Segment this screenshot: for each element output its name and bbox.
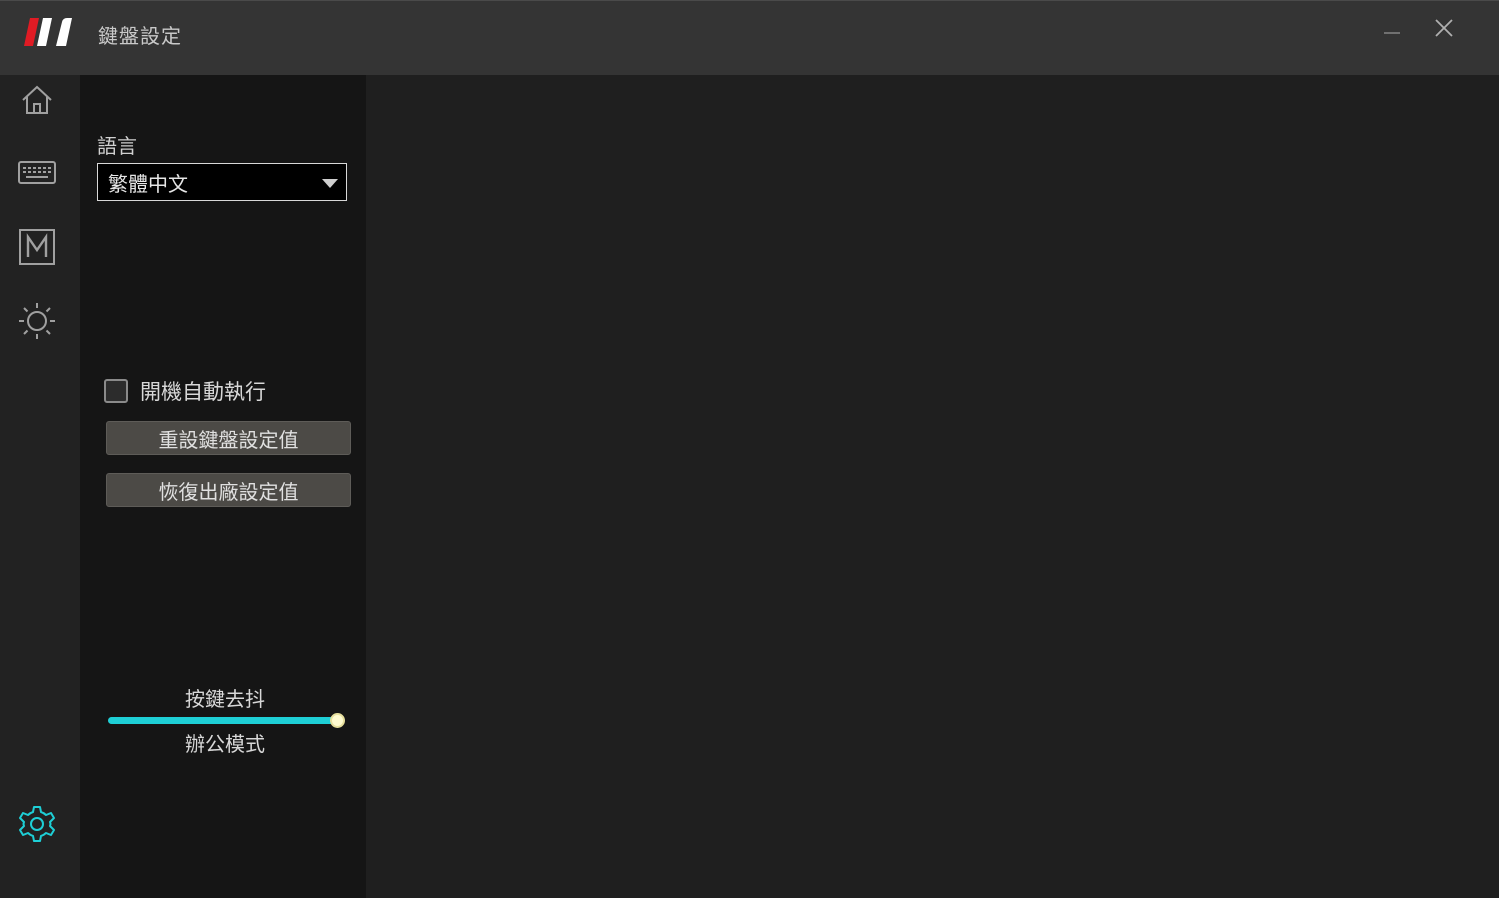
factory-reset-button[interactable]: 恢復出廠設定值 [106, 473, 351, 507]
debounce-label: 按鍵去抖 [185, 687, 265, 711]
minimize-button[interactable] [1377, 13, 1407, 43]
minimize-icon [1384, 32, 1400, 34]
language-selected-value: 繁體中文 [108, 171, 188, 196]
language-select[interactable]: 繁體中文 [97, 163, 347, 201]
autostart-checkbox[interactable] [104, 379, 128, 403]
debounce-mode-label: 辦公模式 [185, 732, 265, 756]
sidebar-item-home[interactable] [16, 79, 58, 121]
close-button[interactable] [1429, 13, 1459, 43]
brightness-sun-icon [19, 303, 55, 339]
debounce-slider[interactable] [108, 713, 345, 728]
debounce-slider-handle[interactable] [330, 713, 345, 728]
home-icon [22, 85, 52, 114]
sidebar-item-settings[interactable] [16, 803, 58, 845]
gear-icon [19, 806, 55, 842]
close-icon [1435, 19, 1453, 37]
autostart-label: 開機自動執行 [140, 380, 266, 404]
main-content [366, 75, 1499, 898]
sidebar [0, 75, 80, 898]
brand-logo [24, 18, 72, 46]
keyboard-icon [18, 161, 56, 184]
window-title: 鍵盤設定 [98, 24, 182, 48]
debounce-slider-fill [108, 717, 338, 724]
reset-keyboard-button[interactable]: 重設鍵盤設定值 [106, 421, 351, 455]
autostart-option: 開機自動執行 [104, 376, 266, 406]
macro-m-icon [19, 229, 55, 265]
sidebar-item-keyboard[interactable] [16, 152, 58, 194]
title-bar: 鍵盤設定 [0, 0, 1499, 75]
language-label: 語言 [97, 134, 137, 158]
sidebar-item-lighting[interactable] [16, 300, 58, 342]
chevron-down-icon [322, 179, 338, 188]
sidebar-item-macro[interactable] [16, 226, 58, 268]
